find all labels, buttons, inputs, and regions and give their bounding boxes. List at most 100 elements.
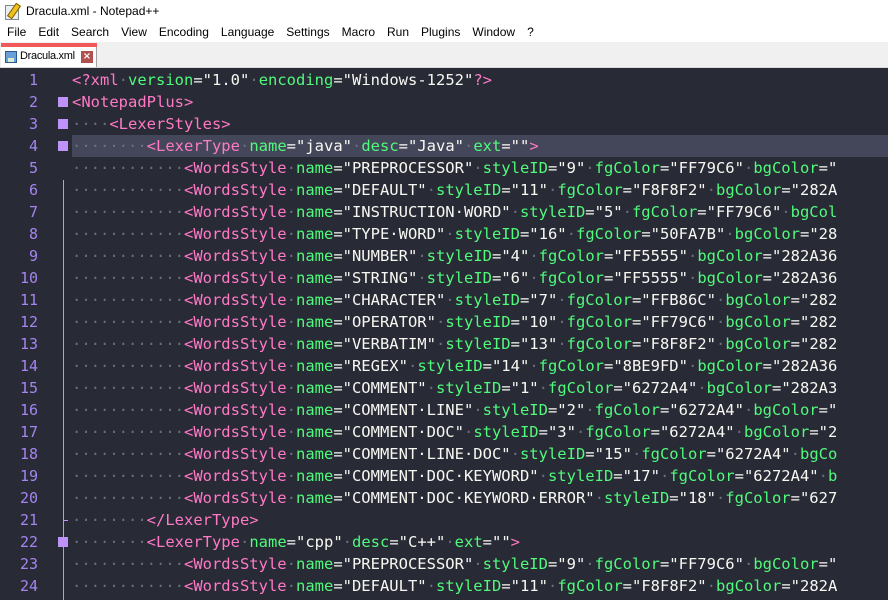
menu-plugins[interactable]: Plugins xyxy=(415,25,466,39)
fold-toggle-icon[interactable] xyxy=(58,119,68,129)
xml-value: ="INSTRUCTION·WORD" xyxy=(333,203,511,221)
xml-attribute: fgColor xyxy=(557,181,623,199)
xml-attribute: name xyxy=(295,313,334,331)
xml-attribute: fgColor xyxy=(566,313,632,331)
whitespace-marker: · xyxy=(249,71,259,89)
xml-attribute: name xyxy=(295,203,334,221)
xml-attribute: bgColor xyxy=(753,401,819,419)
code-line[interactable]: 6 ············<WordsStyle·name="DEFAULT"·… xyxy=(0,179,888,201)
indent-whitespace: ············ xyxy=(72,555,184,573)
xml-attribute: name xyxy=(295,357,334,375)
xml-attribute: name xyxy=(295,269,334,287)
xml-tag: <WordsStyle xyxy=(183,467,287,485)
menu-search[interactable]: Search xyxy=(65,25,115,39)
tab-label: Dracula.xml xyxy=(20,50,75,62)
code-line[interactable]: 23 ············<WordsStyle·name="PREPROCE… xyxy=(0,553,888,575)
xml-value: ="282 xyxy=(790,335,838,353)
code-text: ············<WordsStyle·name="PREPROCESS… xyxy=(72,553,837,575)
code-line[interactable]: 16 ············<WordsStyle·name="COMMENT·… xyxy=(0,399,888,421)
code-line[interactable]: 19 ············<WordsStyle·name="COMMENT·… xyxy=(0,465,888,487)
code-line[interactable]: 8 ············<WordsStyle·name="TYPE·WORD… xyxy=(0,223,888,245)
menu-file[interactable]: File xyxy=(0,25,32,39)
fold-toggle-icon[interactable] xyxy=(58,141,68,151)
xml-attribute: bgColor xyxy=(753,159,819,177)
code-line[interactable]: 18 ············<WordsStyle·name="COMMENT·… xyxy=(0,443,888,465)
code-line[interactable]: 13 ············<WordsStyle·name="VERBATIM… xyxy=(0,333,888,355)
whitespace-marker: · xyxy=(790,445,800,463)
line-number: 8 xyxy=(28,225,38,243)
code-line[interactable]: 4 ········<LexerType·name="java"·desc="Ja… xyxy=(0,135,888,157)
close-icon[interactable]: × xyxy=(81,51,93,63)
code-line[interactable]: 17 ············<WordsStyle·name="COMMENT·… xyxy=(0,421,888,443)
code-line[interactable]: 3 ····<LexerStyles> xyxy=(0,113,888,135)
menu-help[interactable]: ? xyxy=(521,25,540,39)
notepad-icon xyxy=(4,2,22,20)
fold-toggle-icon[interactable] xyxy=(58,97,68,107)
code-text: ············<WordsStyle·name="INSTRUCTIO… xyxy=(72,201,837,223)
xml-value: ="6272A4" xyxy=(650,423,735,441)
code-line[interactable]: 11 ············<WordsStyle·name="CHARACTE… xyxy=(0,289,888,311)
indent-whitespace: ············ xyxy=(72,467,184,485)
tab-dracula-xml[interactable]: Dracula.xml × xyxy=(1,43,97,67)
menu-view[interactable]: View xyxy=(115,25,153,39)
code-line[interactable]: 21 ········</LexerType> xyxy=(0,509,888,531)
code-text: ············<WordsStyle·name="COMMENT·LI… xyxy=(72,443,837,465)
code-editor[interactable]: 1 <?xml·version="1.0"·encoding="Windows-1… xyxy=(0,68,888,600)
code-line[interactable]: 14 ············<WordsStyle·name="REGEX"·s… xyxy=(0,355,888,377)
whitespace-marker: · xyxy=(687,247,698,265)
code-line[interactable]: 5 ············<WordsStyle·name="PREPROCES… xyxy=(0,157,888,179)
xml-attribute: fgColor xyxy=(538,357,604,375)
line-number: 6 xyxy=(28,181,38,199)
xml-value: ="DEFAULT" xyxy=(333,577,427,595)
whitespace-marker: · xyxy=(715,335,726,353)
code-line[interactable]: 22 ········<LexerType·name="cpp"·desc="C+… xyxy=(0,531,888,553)
xml-attribute: fgColor xyxy=(566,291,632,309)
menu-language[interactable]: Language xyxy=(215,25,280,39)
menu-run[interactable]: Run xyxy=(381,25,415,39)
menu-encoding[interactable]: Encoding xyxy=(153,25,215,39)
whitespace-marker: · xyxy=(286,335,296,353)
xml-value: ="cpp" xyxy=(286,533,343,551)
menu-settings[interactable]: Settings xyxy=(280,25,335,39)
xml-value: ="9" xyxy=(547,159,586,177)
whitespace-marker: · xyxy=(286,423,296,441)
code-line[interactable]: 10 ············<WordsStyle·name="STRING"·… xyxy=(0,267,888,289)
xml-attribute: version xyxy=(128,71,194,89)
xml-tag: <LexerType xyxy=(146,137,240,155)
xml-value: ="F8F8F2" xyxy=(631,335,716,353)
whitespace-marker: · xyxy=(781,203,791,221)
xml-attribute: name xyxy=(295,379,334,397)
whitespace-marker: · xyxy=(426,181,436,199)
code-line[interactable]: 20 ············<WordsStyle·name="COMMENT·… xyxy=(0,487,888,509)
code-line[interactable]: 9 ············<WordsStyle·name="NUMBER"·s… xyxy=(0,245,888,267)
code-line[interactable]: 24 ············<WordsStyle·name="DEFAULT"… xyxy=(0,575,888,597)
xml-value: ="7" xyxy=(519,291,558,309)
menu-window[interactable]: Window xyxy=(466,25,521,39)
xml-value: ="6272A4" xyxy=(706,445,791,463)
line-number: 14 xyxy=(19,357,38,375)
xml-attribute: fgColor xyxy=(594,555,660,573)
code-line[interactable]: 2 <NotepadPlus> xyxy=(0,91,888,113)
whitespace-marker: · xyxy=(351,137,362,155)
code-line[interactable]: 1 <?xml·version="1.0"·encoding="Windows-1… xyxy=(0,69,888,91)
code-text: ············<WordsStyle·name="CHARACTER"… xyxy=(72,289,837,311)
code-text: ············<WordsStyle·name="COMMENT·DO… xyxy=(72,421,837,443)
whitespace-marker: · xyxy=(510,203,520,221)
line-number: 16 xyxy=(19,401,38,419)
code-line[interactable]: 15 ············<WordsStyle·name="COMMENT"… xyxy=(0,377,888,399)
code-line[interactable]: 12 ············<WordsStyle·name="OPERATOR… xyxy=(0,311,888,333)
line-number: 7 xyxy=(28,203,38,221)
whitespace-marker: · xyxy=(687,269,698,287)
code-line[interactable]: 7 ············<WordsStyle·name="INSTRUCTI… xyxy=(0,201,888,223)
menu-edit[interactable]: Edit xyxy=(32,25,65,39)
xml-tag: <WordsStyle xyxy=(183,555,287,573)
xml-attribute: fgColor xyxy=(547,379,614,397)
fold-toggle-icon[interactable] xyxy=(58,537,68,547)
whitespace-marker: · xyxy=(575,423,586,441)
menu-macro[interactable]: Macro xyxy=(336,25,381,39)
whitespace-marker: · xyxy=(239,533,250,551)
xml-value: ="11" xyxy=(501,181,548,199)
xml-attribute: bgColor xyxy=(697,269,763,287)
whitespace-marker: · xyxy=(286,467,296,485)
whitespace-marker: · xyxy=(445,533,455,551)
